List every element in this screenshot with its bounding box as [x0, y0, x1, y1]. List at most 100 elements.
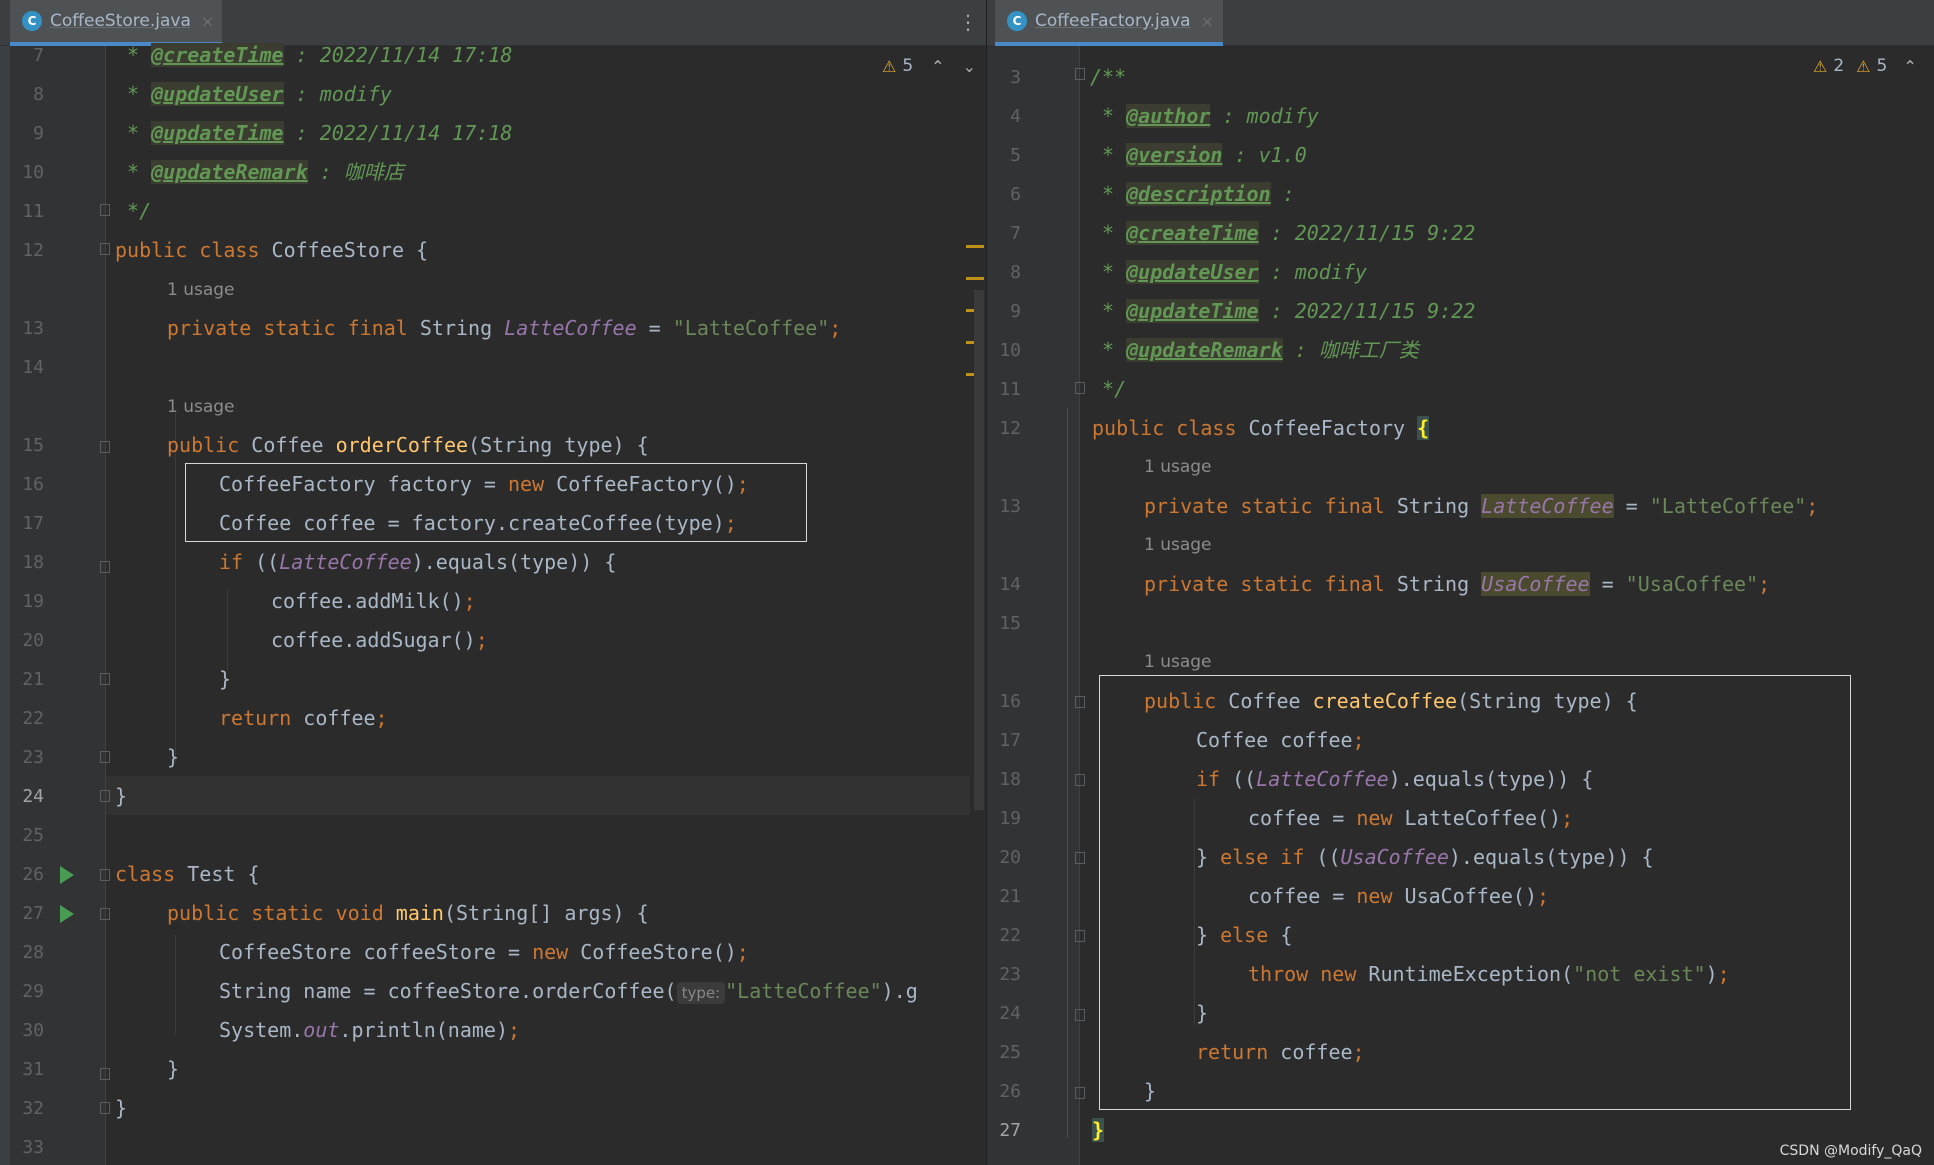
line-number: 11	[22, 201, 44, 222]
usage-hint[interactable]: 1 usage	[1144, 448, 1212, 487]
line-number: 17	[22, 513, 44, 534]
line-number: 18	[999, 769, 1021, 790]
code-line[interactable]: * @createTime : 2022/11/15 9:22	[1090, 214, 1475, 253]
code-line[interactable]: * @version : v1.0	[1090, 136, 1307, 175]
close-tab-icon[interactable]: ×	[201, 12, 214, 31]
line-number: 23	[999, 964, 1021, 985]
code-line[interactable]: }	[115, 1089, 127, 1128]
run-icon[interactable]	[60, 866, 74, 884]
fold-icon[interactable]	[100, 1068, 110, 1080]
fold-icon[interactable]	[1075, 382, 1085, 394]
code-line[interactable]: public Coffee orderCoffee(String type) {	[167, 426, 649, 465]
line-number: 24	[22, 786, 44, 807]
code-line[interactable]: */	[1090, 370, 1126, 409]
line-number: 26	[999, 1081, 1021, 1102]
code-line[interactable]: * @author : modify	[1090, 97, 1319, 136]
code-line[interactable]: private static final String UsaCoffee = …	[1144, 565, 1770, 604]
fold-icon[interactable]	[1075, 774, 1085, 786]
code-line[interactable]: * @description :	[1090, 175, 1295, 214]
code-line[interactable]: private static final String LatteCoffee …	[167, 309, 841, 348]
line-number: 16	[999, 691, 1021, 712]
code-line[interactable]: }	[1092, 1111, 1105, 1150]
line-number: 33	[22, 1137, 44, 1158]
fold-icon[interactable]	[100, 441, 110, 453]
code-line[interactable]: * @updateRemark : 咖啡店	[115, 153, 404, 192]
tab-label: CoffeeStore.java	[50, 11, 191, 31]
warning-icon: ⚠	[882, 56, 897, 76]
code-line[interactable]: String name = coffeeStore.orderCoffee(ty…	[219, 972, 918, 1011]
code-line[interactable]: System.out.println(name);	[219, 1011, 520, 1050]
code-line[interactable]: }	[167, 1050, 179, 1089]
fold-icon[interactable]	[100, 561, 110, 573]
code-line[interactable]: private static final String LatteCoffee …	[1144, 487, 1818, 526]
more-options-icon[interactable]: ⋮	[958, 10, 978, 34]
warning-count: 2	[1833, 56, 1845, 76]
editor-pane-left[interactable]: C CoffeeStore.java × ⋮ ⚠ 5 ⌃ ⌄ 7 * @creat…	[0, 0, 986, 1165]
java-class-icon: C	[1007, 11, 1027, 31]
line-number: 10	[22, 162, 44, 183]
line-number: 13	[999, 496, 1021, 517]
code-line[interactable]: class Test {	[115, 855, 260, 894]
fold-icon[interactable]	[100, 243, 110, 255]
code-line[interactable]: public static void main(String[] args) {	[167, 894, 649, 933]
fold-icon[interactable]	[100, 790, 110, 802]
fold-icon[interactable]	[100, 869, 110, 881]
line-number: 9	[1010, 301, 1021, 322]
code-line[interactable]: }	[219, 660, 231, 699]
fold-icon[interactable]	[100, 751, 110, 763]
line-number: 6	[1010, 184, 1021, 205]
tab-coffeefactory[interactable]: C CoffeeFactory.java ×	[995, 0, 1223, 46]
line-number: 14	[999, 574, 1021, 595]
code-line[interactable]: */	[115, 192, 151, 231]
line-number: 31	[22, 1059, 44, 1080]
line-number: 15	[999, 613, 1021, 634]
code-line[interactable]: * @updateTime : 2022/11/14 17:18	[115, 114, 512, 153]
code-line[interactable]: coffee.addMilk();	[271, 582, 476, 621]
line-number: 29	[22, 981, 44, 1002]
line-number: 20	[22, 630, 44, 651]
line-number: 3	[1010, 67, 1021, 88]
fold-icon[interactable]	[1075, 696, 1085, 708]
current-line-highlight	[106, 776, 970, 815]
code-line[interactable]: * @updateUser : modify	[1090, 253, 1367, 292]
code-line[interactable]: }	[115, 777, 127, 816]
fold-icon[interactable]	[1075, 1009, 1085, 1021]
scrollbar[interactable]	[974, 290, 984, 810]
line-number: 27	[999, 1120, 1021, 1141]
code-line[interactable]: /**	[1090, 58, 1126, 97]
code-line[interactable]: * @updateRemark : 咖啡工厂类	[1090, 331, 1419, 370]
line-number: 21	[22, 669, 44, 690]
chevron-down-icon[interactable]: ⌄	[963, 57, 976, 76]
fold-icon[interactable]	[100, 673, 110, 685]
code-line[interactable]: public class CoffeeStore {	[115, 231, 428, 270]
code-line[interactable]: return coffee;	[219, 699, 388, 738]
code-line[interactable]: * @updateTime : 2022/11/15 9:22	[1090, 292, 1475, 331]
fold-icon[interactable]	[1075, 930, 1085, 942]
code-line[interactable]: coffee.addSugar();	[271, 621, 488, 660]
editor-pane-right[interactable]: C CoffeeFactory.java × ⚠ 2 ⚠ 5 ⌃ 3 /** 4 *…	[987, 0, 1934, 1165]
code-line[interactable]: if ((LatteCoffee).equals(type)) {	[219, 543, 616, 582]
code-line[interactable]: * @updateUser : modify	[115, 75, 392, 114]
fold-icon[interactable]	[1075, 68, 1085, 80]
line-number: 12	[999, 418, 1021, 439]
run-icon[interactable]	[60, 905, 74, 923]
chevron-up-icon[interactable]: ⌃	[1903, 57, 1916, 76]
usage-hint[interactable]: 1 usage	[1144, 526, 1212, 565]
inspection-widget[interactable]: ⚠ 2 ⚠ 5 ⌃	[1813, 56, 1917, 76]
code-line[interactable]: * @createTime : 2022/11/14 17:18	[115, 36, 512, 75]
code-line[interactable]: CoffeeStore coffeeStore = new CoffeeStor…	[219, 933, 749, 972]
fold-icon[interactable]	[100, 204, 110, 216]
close-tab-icon[interactable]: ×	[1201, 12, 1214, 31]
code-line[interactable]: }	[167, 738, 179, 777]
usage-hint[interactable]: 1 usage	[167, 271, 235, 310]
fold-icon[interactable]	[100, 1102, 110, 1114]
inspection-widget[interactable]: ⚠ 5 ⌃ ⌄	[882, 56, 976, 76]
fold-icon[interactable]	[1075, 1087, 1085, 1099]
warning-icon: ⚠	[1813, 56, 1828, 76]
usage-hint[interactable]: 1 usage	[167, 388, 235, 427]
fold-icon[interactable]	[1075, 852, 1085, 864]
chevron-up-icon[interactable]: ⌃	[931, 57, 944, 76]
code-line[interactable]: public class CoffeeFactory {	[1092, 409, 1430, 448]
fold-icon[interactable]	[100, 908, 110, 920]
java-class-icon: C	[22, 11, 42, 31]
